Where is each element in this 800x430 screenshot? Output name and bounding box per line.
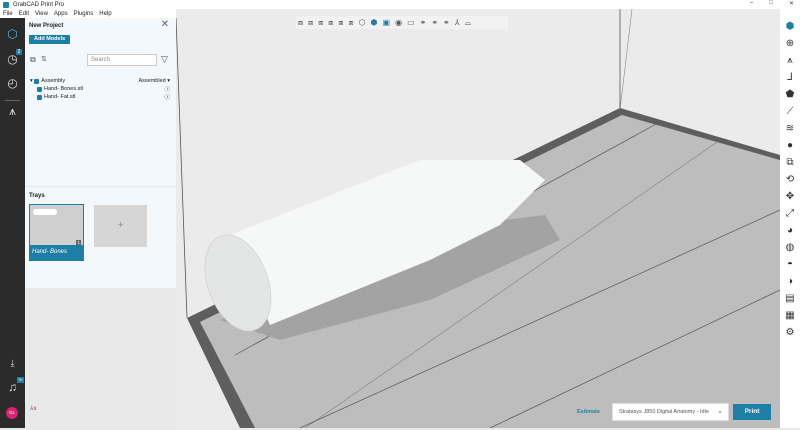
3d-viewport[interactable] xyxy=(175,8,781,429)
fit-icon[interactable]: ▭ xyxy=(407,18,415,27)
assembly-mode-dropdown[interactable]: Assembled ▾ xyxy=(138,78,170,84)
view-left-icon[interactable]: ⧈ xyxy=(318,18,323,28)
align-icon[interactable]: ⅃ xyxy=(785,70,796,85)
fill-icon[interactable]: ◓ xyxy=(785,257,796,272)
view-iso-icon[interactable]: ⬡ xyxy=(359,18,366,27)
menu-file[interactable]: File xyxy=(3,11,13,17)
menu-help[interactable]: Help xyxy=(99,11,111,17)
material-icon[interactable]: ⓘ xyxy=(164,85,170,93)
menu-apps[interactable]: Apps xyxy=(54,11,68,17)
model-settings-icon[interactable]: ⬢ xyxy=(785,19,796,34)
view-front-icon[interactable]: ⧈ xyxy=(298,18,303,28)
scale-icon[interactable]: ⤢ xyxy=(785,206,796,221)
printer-name: Stratasys J850 Digital Anatomy - Idle xyxy=(619,409,709,415)
view-bottom-icon[interactable]: ⧈ xyxy=(348,18,353,28)
view-back-icon[interactable]: ⧈ xyxy=(308,18,313,28)
zoom-icon[interactable]: ⚭ xyxy=(420,18,427,27)
axis-triad-icon: ⅄x xyxy=(30,406,37,412)
left-sidebar: ⬡ ◷ 2 ◴ ⩚ ⤓ ♫ 9+ GL xyxy=(0,18,25,428)
tree-item[interactable]: Hand- Fat.stl ⓘ xyxy=(30,93,170,101)
model-icon xyxy=(37,86,42,92)
layers-icon[interactable]: ≋ xyxy=(785,121,796,136)
tray-thumbnail[interactable]: 1 Hand- Bones xyxy=(29,204,84,261)
trays-title: Trays xyxy=(29,193,45,199)
tray-name: Hand- Bones xyxy=(30,245,83,260)
estimate-link[interactable]: Estimate xyxy=(577,409,600,415)
app-title: GrabCAD Print Pro xyxy=(13,1,65,8)
avatar[interactable]: GL xyxy=(6,407,18,419)
report-icon[interactable]: ▦ xyxy=(785,308,796,323)
notification-bell-icon[interactable]: ♫ 9+ xyxy=(5,377,24,395)
material-icon[interactable]: ⓘ xyxy=(164,93,170,101)
view-top-icon[interactable]: ⧈ xyxy=(338,18,343,28)
printer-icon[interactable]: ⩚ xyxy=(5,104,20,119)
recent-badge: 2 xyxy=(16,49,22,55)
divider xyxy=(5,100,20,101)
texture-icon[interactable]: ◍ xyxy=(785,240,796,255)
hand-thumbnail xyxy=(33,209,57,215)
camera-icon[interactable]: ⌓ xyxy=(465,18,471,28)
search-input[interactable]: Search xyxy=(87,54,157,66)
table-icon[interactable]: ▤ xyxy=(785,291,796,306)
stack-icon[interactable]: ● xyxy=(785,138,796,153)
transform-icon[interactable]: ⧉ xyxy=(785,155,796,170)
add-models-button[interactable]: Add Models xyxy=(29,35,71,44)
add-tray-button[interactable]: + xyxy=(94,205,147,247)
tray-settings-icon[interactable]: ⚙ xyxy=(785,325,796,340)
support-icon[interactable]: ◑ xyxy=(785,274,796,289)
model-name: Hand- Fat.stl xyxy=(44,94,76,100)
material-view-icon[interactable]: ◉ xyxy=(395,18,402,27)
notification-badge: 9+ xyxy=(17,377,24,383)
color-icon[interactable]: ◕ xyxy=(785,223,796,238)
recent-clock-icon[interactable]: ◷ 2 xyxy=(5,49,22,67)
assembly-icon xyxy=(34,78,40,84)
history-icon[interactable]: ◴ xyxy=(5,76,20,91)
move-icon[interactable]: ✥ xyxy=(785,189,796,204)
chevron-down-icon: ⌄ xyxy=(717,408,723,415)
menu-view[interactable]: View xyxy=(35,11,48,17)
assembly-label: Assembly xyxy=(41,78,66,84)
trays-section: Trays 1 Hand- Bones + xyxy=(25,186,176,288)
right-toolbar: ⬢ ⊕ ⩚ ⅃ ⬟ ⟋ ≋ ● ⧉ ⟲ ✥ ⤢ ◕ ◍ ◓ ◑ ▤ ▦ ⚙ xyxy=(780,9,800,428)
zoom-selection-icon[interactable]: ⚭ xyxy=(431,18,438,27)
menu-edit[interactable]: Edit xyxy=(19,11,29,17)
model-icon xyxy=(37,94,42,100)
project-title: New Project xyxy=(29,23,64,29)
project-cube-icon[interactable]: ⬡ xyxy=(5,27,20,42)
view-toolbar: ⧈ ⧈ ⧈ ⧈ ⧈ ⧈ ⬡ ⬢ ▣ ◉ ▭ ⚭ ⚭ ⚭ ⅄ ⌓ xyxy=(296,16,508,29)
copy-icon[interactable]: ⧉ xyxy=(30,55,36,65)
arrange-icon[interactable]: ⬟ xyxy=(785,87,796,102)
view-right-icon[interactable]: ⧈ xyxy=(328,18,333,28)
orient-icon[interactable]: ⊕ xyxy=(785,36,796,51)
download-icon[interactable]: ⤓ xyxy=(5,356,20,371)
menu-plugins[interactable]: Plugins xyxy=(74,11,94,17)
printer-select[interactable]: Stratasys J850 Digital Anatomy - Idle ⌄ xyxy=(612,403,729,421)
close-panel-icon[interactable]: ✕ xyxy=(161,19,169,30)
tree-assembly[interactable]: ▾ Assembly Assembled ▾ xyxy=(30,77,170,85)
maximize-button[interactable]: □ xyxy=(769,0,773,7)
rotate-icon[interactable]: ⟲ xyxy=(785,172,796,187)
model-tree: ▾ Assembly Assembled ▾ Hand- Bones.stl ⓘ H… xyxy=(30,77,170,101)
app-logo-icon xyxy=(3,1,9,8)
perspective-icon[interactable]: ⬢ xyxy=(371,18,378,27)
menu-bar: File Edit View Apps Plugins Help xyxy=(0,9,176,18)
close-window-button[interactable]: ✕ xyxy=(789,0,794,7)
shaded-icon[interactable]: ▣ xyxy=(383,18,391,27)
sort-icon[interactable]: ⇅ xyxy=(41,55,47,63)
axis-icon[interactable]: ⅄ xyxy=(455,18,460,27)
zoom-all-icon[interactable]: ⚭ xyxy=(443,18,450,27)
tree-item[interactable]: Hand- Bones.stl ⓘ xyxy=(30,85,170,93)
print-button[interactable]: Print xyxy=(733,404,771,420)
minimize-button[interactable]: – xyxy=(750,0,753,7)
measure-icon[interactable]: ⟋ xyxy=(785,104,796,119)
print-settings-icon[interactable]: ⩚ xyxy=(785,53,796,68)
filter-icon[interactable]: ▽ xyxy=(161,54,168,65)
model-name: Hand- Bones.stl xyxy=(44,86,84,92)
title-bar: GrabCAD Print Pro – □ ✕ xyxy=(0,0,800,9)
